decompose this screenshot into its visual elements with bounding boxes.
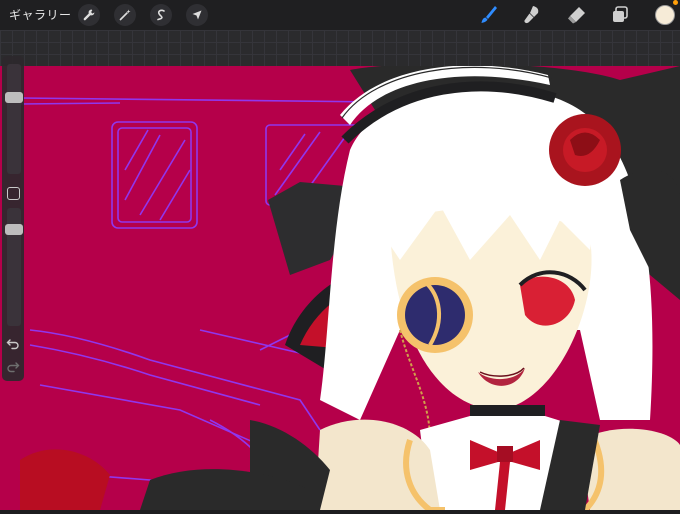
adjustments-button[interactable] (114, 4, 136, 26)
smudge-button[interactable] (520, 3, 544, 27)
brush-icon (481, 6, 497, 23)
brush-button[interactable] (476, 3, 500, 27)
layers-icon (613, 6, 628, 22)
eraser-icon (568, 7, 585, 24)
artwork-illustration (0, 63, 680, 513)
side-toolbar (2, 56, 24, 381)
opacity-thumb[interactable] (5, 224, 23, 236)
arrow-cursor-icon (192, 10, 202, 20)
wrench-icon (83, 9, 95, 21)
undo-icon[interactable] (6, 336, 20, 350)
magic-wand-icon (119, 9, 131, 21)
eraser-button[interactable] (564, 3, 588, 27)
gallery-button[interactable]: ギャラリー (9, 6, 72, 23)
brush-size-slider[interactable] (5, 64, 23, 174)
selection-s-icon (157, 9, 165, 21)
square-modify-icon[interactable] (7, 187, 20, 200)
layers-button[interactable] (608, 3, 632, 27)
drawing-canvas[interactable] (0, 63, 680, 513)
color-swatch[interactable] (655, 5, 675, 25)
empty-canvas-grid (0, 30, 680, 66)
smudge-icon (524, 6, 539, 24)
selection-button[interactable] (150, 4, 172, 26)
status-dot (673, 0, 678, 5)
transform-button[interactable] (186, 4, 208, 26)
redo-icon[interactable] (6, 359, 20, 373)
opacity-slider[interactable] (5, 208, 23, 326)
actions-button[interactable] (78, 4, 100, 26)
top-toolbar: ギャラリー (0, 0, 680, 30)
brush-size-thumb[interactable] (5, 91, 23, 103)
